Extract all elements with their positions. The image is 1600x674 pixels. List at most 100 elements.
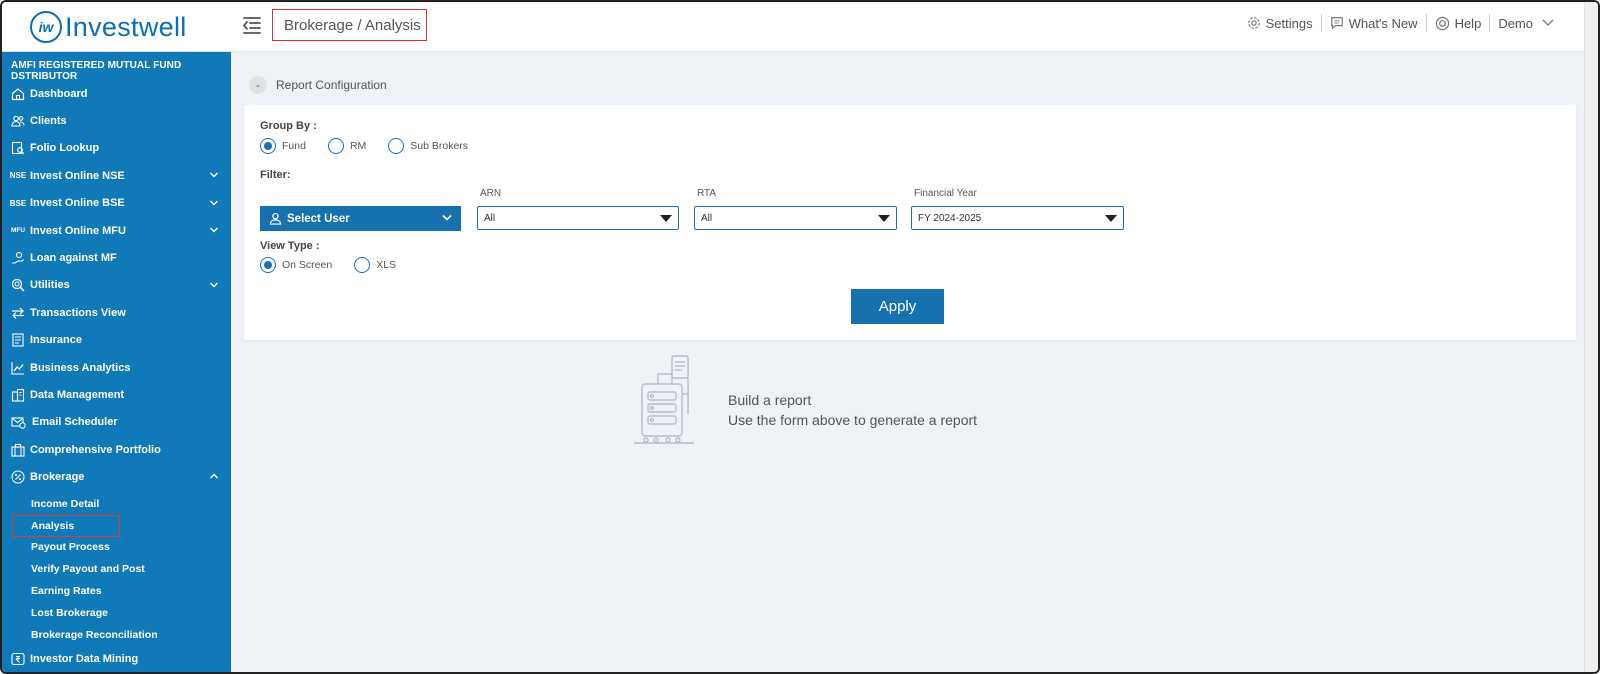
nse-icon: NSE (9, 171, 27, 181)
sidebar-item-invest-online-mfu[interactable]: MFU Invest Online MFU (2, 217, 231, 244)
radio-xls[interactable] (354, 257, 371, 273)
group-by-fund-option[interactable]: Fund (260, 138, 306, 154)
home-icon (10, 86, 26, 102)
sidebar-item-clients[interactable]: Clients (2, 107, 231, 134)
sidebar-item-label: Brokerage (30, 471, 85, 484)
dropdown-caret-icon (660, 215, 672, 222)
rta-select[interactable]: All (694, 206, 897, 230)
sidebar-item-data-management[interactable]: Data Management (2, 381, 231, 408)
document-icon (10, 332, 26, 348)
submenu-item-earning-rates[interactable]: Earning Rates (2, 580, 231, 602)
arn-select[interactable]: All (477, 206, 679, 230)
arn-label: ARN (480, 188, 502, 199)
sidebar-item-insurance[interactable]: Insurance (2, 327, 231, 354)
sidebar-item-business-analytics[interactable]: Business Analytics (2, 354, 231, 381)
active-item-highlight (12, 514, 120, 537)
rupee-icon (10, 651, 26, 667)
help-link[interactable]: Help (1427, 14, 1491, 32)
building-icon (10, 387, 26, 403)
radio-on-screen[interactable] (260, 257, 276, 273)
submenu-item-lost-brokerage[interactable]: Lost Brokerage (2, 602, 231, 624)
user-menu[interactable]: Demo (1490, 14, 1570, 32)
arrows-icon (10, 305, 26, 321)
sidebar-item-label: Clients (30, 115, 67, 128)
gear-icon (1247, 17, 1260, 29)
dropdown-caret-icon (878, 215, 890, 222)
arn-value: All (484, 212, 496, 224)
sidebar-item-invest-online-bse[interactable]: BSE Invest Online BSE (2, 190, 231, 217)
report-config-header[interactable]: - Report Configuration (249, 76, 387, 94)
radio-rm[interactable] (327, 138, 344, 154)
sidebar-item-label: Invest Online BSE (30, 197, 125, 210)
whats-new-link[interactable]: What's New (1322, 14, 1427, 32)
option-label: Sub Brokers (410, 140, 469, 152)
sidebar-item-label: Email Scheduler (32, 416, 118, 429)
sidebar-item-brokerage[interactable]: Brokerage (2, 463, 231, 490)
search-icon (10, 277, 26, 293)
sidebar-item-label: Dashboard (30, 87, 88, 100)
user-name: Demo (1498, 15, 1533, 31)
sidebar-heading: AMFI REGISTERED MUTUAL FUND DSTRIBUTOR (11, 60, 182, 82)
sidebar-item-invest-online-nse[interactable]: NSE Invest Online NSE (2, 162, 231, 189)
option-label: XLS (376, 259, 397, 271)
settings-link[interactable]: Settings (1239, 14, 1322, 32)
sidebar-item-transactions-view[interactable]: Transactions View (2, 299, 231, 326)
submenu-item-payout-process[interactable]: Payout Process (2, 536, 231, 558)
brokerage-submenu: Income Detail Analysis Payout Process Ve… (2, 491, 231, 646)
mail-icon (10, 414, 26, 430)
mfu-icon: MFU (10, 227, 26, 235)
help-label: Help (1454, 15, 1482, 31)
financial-year-value: FY 2024-2025 (918, 212, 982, 224)
sidebar-item-label: Utilities (30, 279, 70, 292)
chevron-down-icon (210, 172, 218, 178)
radio-sub-brokers[interactable] (388, 138, 405, 154)
logo-text: Investwell (65, 11, 187, 42)
sidebar-item-label: Investor Data Mining (30, 653, 139, 666)
report-config-title: Report Configuration (276, 78, 387, 92)
group-by-sub-brokers-option[interactable]: Sub Brokers (388, 138, 468, 154)
report-config-card: Group By : Fund RM Sub Brokers Filter: S… (244, 105, 1576, 340)
sidebar-item-folio-lookup[interactable]: Folio Lookup (2, 135, 231, 162)
users-icon (10, 113, 26, 129)
chevron-down-icon (210, 282, 218, 288)
chart-icon (10, 360, 26, 376)
sidebar-item-comprehensive-portfolio[interactable]: Comprehensive Portfolio (2, 436, 231, 463)
view-type-on-screen-option[interactable]: On Screen (260, 257, 332, 273)
submenu-item-analysis[interactable]: Analysis (2, 514, 231, 537)
sidebar-item-email-scheduler[interactable]: Email Scheduler (2, 409, 231, 436)
sidebar-item-loan-against-mf[interactable]: Loan against MF (2, 244, 231, 271)
radio-fund[interactable] (260, 138, 276, 154)
rta-value: All (701, 212, 713, 224)
submenu-item-verify-payout[interactable]: Verify Payout and Post (2, 558, 231, 580)
submenu-item-income-detail[interactable]: Income Detail (2, 493, 231, 515)
chevron-down-icon (442, 214, 452, 221)
dropdown-caret-icon (1105, 215, 1117, 222)
app-window: iw Investwell Brokerage / Analysis Setti… (0, 0, 1600, 674)
group-by-rm-option[interactable]: RM (327, 138, 366, 154)
sidebar-item-label: Transactions View (30, 306, 126, 319)
view-type-radio-group: On Screen XLS (260, 257, 418, 273)
investwell-logo[interactable]: iw Investwell (30, 10, 187, 44)
view-type-xls-option[interactable]: XLS (354, 257, 396, 273)
financial-year-select[interactable]: FY 2024-2025 (911, 206, 1124, 230)
empty-state-title: Build a report (728, 392, 812, 408)
empty-state: Build a report Use the form above to gen… (632, 354, 977, 451)
sidebar-item-label: Invest Online NSE (30, 169, 125, 182)
select-user-button[interactable]: Select User (260, 206, 461, 231)
user-icon (269, 212, 282, 225)
apply-button[interactable]: Apply (851, 289, 944, 324)
settings-label: Settings (1265, 15, 1313, 31)
loan-icon (10, 250, 26, 266)
select-user-label: Select User (287, 212, 350, 225)
briefcase-icon (10, 442, 26, 458)
sidebar-item-dashboard[interactable]: Dashboard (2, 80, 231, 107)
sidebar-item-investor-data-mining[interactable]: Investor Data Mining (2, 645, 231, 672)
hamburger-menu-icon[interactable] (242, 15, 262, 37)
sidebar: AMFI REGISTERED MUTUAL FUND DSTRIBUTOR D… (2, 52, 231, 672)
sidebar-item-label: Invest Online MFU (30, 224, 126, 237)
sidebar-item-utilities[interactable]: Utilities (2, 272, 231, 299)
collapse-toggle-icon[interactable]: - (249, 76, 267, 94)
sidebar-item-label: Insurance (30, 334, 82, 347)
submenu-item-brokerage-reconciliation[interactable]: Brokerage Reconciliation (2, 624, 231, 646)
logo-mark: iw (30, 11, 62, 43)
